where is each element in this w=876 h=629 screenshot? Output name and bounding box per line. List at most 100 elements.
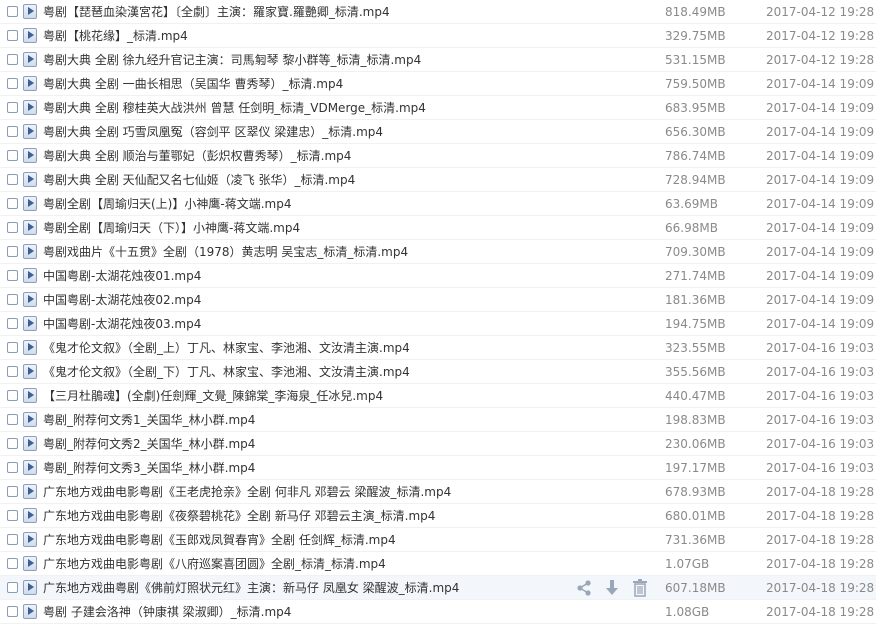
row-checkbox[interactable] bbox=[7, 222, 18, 233]
file-size: 198.83MB bbox=[665, 413, 726, 427]
video-file-icon bbox=[23, 100, 37, 115]
file-row[interactable]: 粤剧大典 全剧 顺治与董鄂妃（彭炽权曹秀琴）_标清.mp4 786.74MB 2… bbox=[0, 144, 876, 168]
row-checkbox[interactable] bbox=[7, 30, 18, 41]
row-checkbox[interactable] bbox=[7, 414, 18, 425]
download-icon[interactable] bbox=[603, 578, 621, 598]
file-date: 2017-04-12 19:28 bbox=[766, 29, 875, 43]
row-checkbox[interactable] bbox=[7, 462, 18, 473]
file-name[interactable]: 粤剧全剧【周瑜归天（下）】小神鹰-蒋文端.mp4 bbox=[43, 221, 623, 235]
file-name[interactable]: 粤剧 子建会洛神（钟康祺 梁淑卿）_标清.mp4 bbox=[43, 605, 623, 619]
file-row[interactable]: 粤剧大典 全剧 天仙配又名七仙姬（凌飞 张华）_标清.mp4 728.94MB … bbox=[0, 168, 876, 192]
file-row[interactable]: 粤剧戏曲片《十五贯》全剧（1978）黄志明 吴宝志_标清_标清.mp4 709.… bbox=[0, 240, 876, 264]
video-file-icon bbox=[23, 220, 37, 235]
file-row[interactable]: 中国粤剧-太湖花烛夜02.mp4 181.36MB 2017-04-14 19:… bbox=[0, 288, 876, 312]
video-file-icon bbox=[23, 28, 37, 43]
file-date: 2017-04-16 19:03 bbox=[766, 365, 875, 379]
row-checkbox[interactable] bbox=[7, 534, 18, 545]
row-checkbox[interactable] bbox=[7, 54, 18, 65]
row-checkbox[interactable] bbox=[7, 558, 18, 569]
row-checkbox[interactable] bbox=[7, 366, 18, 377]
row-checkbox[interactable] bbox=[7, 510, 18, 521]
video-file-icon bbox=[23, 316, 37, 331]
row-checkbox[interactable] bbox=[7, 342, 18, 353]
row-checkbox[interactable] bbox=[7, 606, 18, 617]
file-name[interactable]: 中国粤剧-太湖花烛夜01.mp4 bbox=[43, 269, 623, 283]
file-row[interactable]: 粤剧大典 全剧 穆桂英大战洪州 曾慧 任剑明_标清_VDMerge_标清.mp4… bbox=[0, 96, 876, 120]
row-checkbox[interactable] bbox=[7, 6, 18, 17]
file-size: 656.30MB bbox=[665, 125, 726, 139]
file-row[interactable]: 粤剧大典 全剧 巧雪凤凰冤（容剑平 区翠仪 梁建忠）_标清.mp4 656.30… bbox=[0, 120, 876, 144]
row-checkbox[interactable] bbox=[7, 126, 18, 137]
file-row[interactable]: 粤剧_附荐何文秀3_关国华_林小群.mp4 197.17MB 2017-04-1… bbox=[0, 456, 876, 480]
file-row[interactable]: 粤剧全剧【周瑜归天(上)】小神鹰-蒋文端.mp4 63.69MB 2017-04… bbox=[0, 192, 876, 216]
row-checkbox[interactable] bbox=[7, 174, 18, 185]
file-row[interactable]: 粤剧大典 全剧 徐九经升官记主演：司馬匑琴 黎小群等_标清_标清.mp4 531… bbox=[0, 48, 876, 72]
row-checkbox[interactable] bbox=[7, 318, 18, 329]
file-name[interactable]: 粤剧大典 全剧 巧雪凤凰冤（容剑平 区翠仪 梁建忠）_标清.mp4 bbox=[43, 125, 623, 139]
file-row[interactable]: 粤剧 子建会洛神（钟康祺 梁淑卿）_标清.mp4 1.08GB 2017-04-… bbox=[0, 600, 876, 624]
row-checkbox[interactable] bbox=[7, 270, 18, 281]
file-row[interactable]: 【三月杜鵑魂】(全劇)任劍輝_文覺_陳錦棠_李海泉_任冰兒.mp4 440.47… bbox=[0, 384, 876, 408]
file-row[interactable]: 中国粤剧-太湖花烛夜01.mp4 271.74MB 2017-04-14 19:… bbox=[0, 264, 876, 288]
file-name[interactable]: 粤剧【琵琶血染漢宮花】〔全劇〕主演：羅家寶.羅艷卿_标清.mp4 bbox=[43, 5, 623, 19]
file-row[interactable]: 《鬼才伦文叙》（全剧_上）丁凡、林家宝、李池湘、文汝清主演.mp4 323.55… bbox=[0, 336, 876, 360]
file-date: 2017-04-14 19:09 bbox=[766, 149, 875, 163]
row-checkbox[interactable] bbox=[7, 582, 18, 593]
file-name[interactable]: 粤剧_附荐何文秀1_关国华_林小群.mp4 bbox=[43, 413, 623, 427]
file-name[interactable]: 广东地方戏曲电影粤剧《玉郎戏凤賀春宵》全剧 任剑辉_标清.mp4 bbox=[43, 533, 623, 547]
file-row[interactable]: 粤剧大典 全剧 一曲长相思（吴国华 曹秀琴）_标清.mp4 759.50MB 2… bbox=[0, 72, 876, 96]
file-row[interactable]: 广东地方戏曲电影粤剧《王老虎抢亲》全剧 何非凡 邓碧云 梁醒波_标清.mp4 6… bbox=[0, 480, 876, 504]
video-file-icon bbox=[23, 460, 37, 475]
file-name[interactable]: 粤剧大典 全剧 顺治与董鄂妃（彭炽权曹秀琴）_标清.mp4 bbox=[43, 149, 623, 163]
file-name[interactable]: 粤剧大典 全剧 穆桂英大战洪州 曾慧 任剑明_标清_VDMerge_标清.mp4 bbox=[43, 101, 623, 115]
share-icon[interactable] bbox=[575, 578, 593, 598]
file-name[interactable]: 广东地方戏曲电影粤剧《王老虎抢亲》全剧 何非凡 邓碧云 梁醒波_标清.mp4 bbox=[43, 485, 623, 499]
file-size: 1.08GB bbox=[665, 605, 710, 619]
delete-icon[interactable] bbox=[631, 578, 649, 598]
file-row[interactable]: 广东地方戏曲电影粤剧《玉郎戏凤賀春宵》全剧 任剑辉_标清.mp4 731.36M… bbox=[0, 528, 876, 552]
file-name[interactable]: 粤剧大典 全剧 一曲长相思（吴国华 曹秀琴）_标清.mp4 bbox=[43, 77, 623, 91]
row-checkbox[interactable] bbox=[7, 78, 18, 89]
file-name[interactable]: 粤剧全剧【周瑜归天(上)】小神鹰-蒋文端.mp4 bbox=[43, 197, 623, 211]
file-row[interactable]: 中国粤剧-太湖花烛夜03.mp4 194.75MB 2017-04-14 19:… bbox=[0, 312, 876, 336]
file-name[interactable]: 粤剧大典 全剧 天仙配又名七仙姬（凌飞 张华）_标清.mp4 bbox=[43, 173, 623, 187]
file-row[interactable]: 粤剧【桃花缘】_标清.mp4 329.75MB 2017-04-12 19:28 bbox=[0, 24, 876, 48]
file-date: 2017-04-16 19:03 bbox=[766, 437, 875, 451]
row-checkbox[interactable] bbox=[7, 102, 18, 113]
row-checkbox[interactable] bbox=[7, 150, 18, 161]
file-row[interactable]: 广东地方戏曲电影粤剧《夜祭碧桃花》全剧 新马仔 邓碧云主演_标清.mp4 680… bbox=[0, 504, 876, 528]
row-checkbox[interactable] bbox=[7, 294, 18, 305]
file-row[interactable]: 《鬼才伦文叙》（全剧_下）丁凡、林家宝、李池湘、文汝清主演.mp4 355.56… bbox=[0, 360, 876, 384]
row-checkbox[interactable] bbox=[7, 486, 18, 497]
file-name[interactable]: 粤剧_附荐何文秀2_关国华_林小群.mp4 bbox=[43, 437, 623, 451]
file-size: 181.36MB bbox=[665, 293, 726, 307]
file-row[interactable]: 粤剧全剧【周瑜归天（下）】小神鹰-蒋文端.mp4 66.98MB 2017-04… bbox=[0, 216, 876, 240]
file-name[interactable]: 《鬼才伦文叙》（全剧_下）丁凡、林家宝、李池湘、文汝清主演.mp4 bbox=[43, 365, 623, 379]
file-date: 2017-04-16 19:03 bbox=[766, 461, 875, 475]
file-name[interactable]: 【三月杜鵑魂】(全劇)任劍輝_文覺_陳錦棠_李海泉_任冰兒.mp4 bbox=[43, 389, 623, 403]
file-name[interactable]: 《鬼才伦文叙》（全剧_上）丁凡、林家宝、李池湘、文汝清主演.mp4 bbox=[43, 341, 623, 355]
row-checkbox[interactable] bbox=[7, 438, 18, 449]
file-name[interactable]: 中国粤剧-太湖花烛夜02.mp4 bbox=[43, 293, 623, 307]
file-row[interactable]: 粤剧_附荐何文秀1_关国华_林小群.mp4 198.83MB 2017-04-1… bbox=[0, 408, 876, 432]
file-name[interactable]: 广东地方戏曲粤剧《佛前灯照状元红》主演：新马仔 凤凰女 梁醒波_标清.mp4 bbox=[43, 581, 623, 595]
file-name[interactable]: 粤剧大典 全剧 徐九经升官记主演：司馬匑琴 黎小群等_标清_标清.mp4 bbox=[43, 53, 623, 67]
file-row[interactable]: 广东地方戏曲电影粤剧《八府巡案喜团圆》全剧_标清_标清.mp4 1.07GB 2… bbox=[0, 552, 876, 576]
file-row[interactable]: 粤剧_附荐何文秀2_关国华_林小群.mp4 230.06MB 2017-04-1… bbox=[0, 432, 876, 456]
row-checkbox[interactable] bbox=[7, 198, 18, 209]
file-date: 2017-04-14 19:09 bbox=[766, 269, 875, 283]
row-checkbox[interactable] bbox=[7, 390, 18, 401]
file-name[interactable]: 粤剧_附荐何文秀3_关国华_林小群.mp4 bbox=[43, 461, 623, 475]
file-size: 731.36MB bbox=[665, 533, 726, 547]
video-file-icon bbox=[23, 484, 37, 499]
file-name[interactable]: 粤剧戏曲片《十五贯》全剧（1978）黄志明 吴宝志_标清_标清.mp4 bbox=[43, 245, 623, 259]
file-row[interactable]: 粤剧【琵琶血染漢宮花】〔全劇〕主演：羅家寶.羅艷卿_标清.mp4 818.49M… bbox=[0, 0, 876, 24]
file-size: 440.47MB bbox=[665, 389, 726, 403]
file-row[interactable]: 广东地方戏曲粤剧《佛前灯照状元红》主演：新马仔 凤凰女 梁醒波_标清.mp4 6… bbox=[0, 576, 876, 600]
file-name[interactable]: 粤剧【桃花缘】_标清.mp4 bbox=[43, 29, 623, 43]
row-checkbox[interactable] bbox=[7, 246, 18, 257]
file-name[interactable]: 广东地方戏曲电影粤剧《八府巡案喜团圆》全剧_标清_标清.mp4 bbox=[43, 557, 623, 571]
file-name[interactable]: 广东地方戏曲电影粤剧《夜祭碧桃花》全剧 新马仔 邓碧云主演_标清.mp4 bbox=[43, 509, 623, 523]
file-name[interactable]: 中国粤剧-太湖花烛夜03.mp4 bbox=[43, 317, 623, 331]
row-actions bbox=[575, 578, 655, 598]
